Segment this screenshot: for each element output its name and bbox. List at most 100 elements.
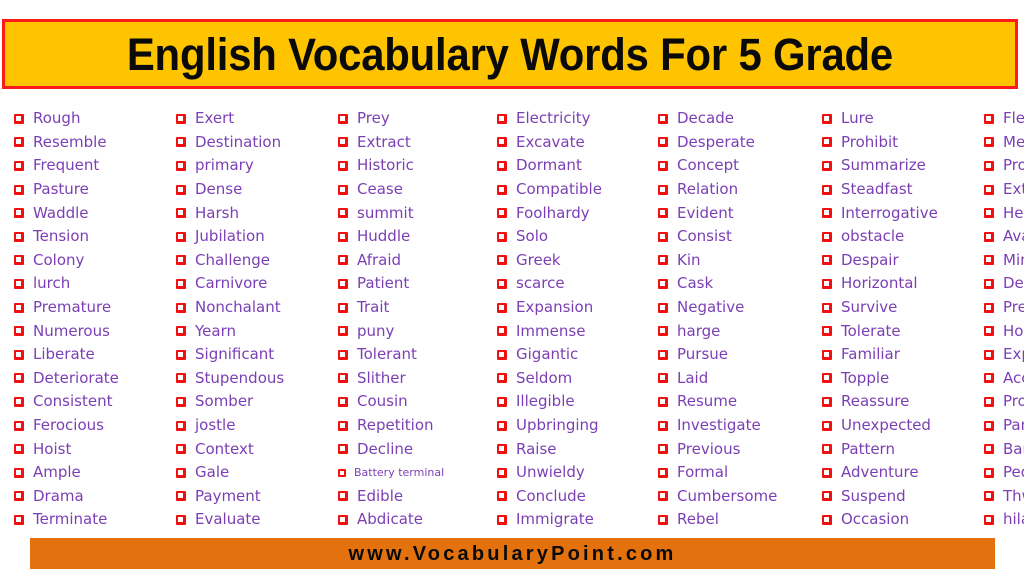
word-list-item[interactable]: Resume [658,390,808,414]
checkbox-icon[interactable] [497,255,507,266]
checkbox-icon[interactable] [658,420,668,431]
checkbox-icon[interactable] [822,420,832,431]
checkbox-icon[interactable] [338,255,348,266]
word-list-item[interactable]: Challenge [176,249,324,273]
word-list-item[interactable]: Immigrate [497,508,644,532]
word-list-item[interactable]: Pasture [14,178,162,202]
checkbox-icon[interactable] [338,208,348,219]
checkbox-icon[interactable] [497,396,507,407]
word-list-item[interactable]: Raise [497,437,644,461]
checkbox-icon[interactable] [658,302,668,313]
checkbox-icon[interactable] [176,444,186,455]
checkbox-icon[interactable] [14,160,24,171]
word-list-item[interactable]: Pamphlet [984,414,1024,438]
checkbox-icon[interactable] [658,278,668,289]
word-list-item[interactable]: Liberate [14,343,162,367]
word-list-item[interactable]: Survive [822,296,970,320]
checkbox-icon[interactable] [14,278,24,289]
word-list-item[interactable]: Tolerant [338,343,483,367]
checkbox-icon[interactable] [984,231,994,242]
checkbox-icon[interactable] [984,208,994,219]
checkbox-icon[interactable] [176,396,186,407]
word-list-item[interactable]: Rough [14,107,162,131]
checkbox-icon[interactable] [338,278,348,289]
word-list-item[interactable]: Waddle [14,201,162,225]
checkbox-icon[interactable] [984,420,994,431]
checkbox-icon[interactable] [14,255,24,266]
checkbox-icon[interactable] [176,278,186,289]
checkbox-icon[interactable] [822,160,832,171]
word-list-item[interactable]: Despair [822,249,970,273]
checkbox-icon[interactable] [658,137,668,148]
word-list-item[interactable]: Destination [176,131,324,155]
checkbox-icon[interactable] [497,137,507,148]
checkbox-icon[interactable] [497,208,507,219]
checkbox-icon[interactable] [338,514,348,525]
word-list-item[interactable]: Pedestrian [984,461,1024,485]
word-list-item[interactable]: Patient [338,272,483,296]
checkbox-icon[interactable] [338,137,348,148]
checkbox-icon[interactable] [338,231,348,242]
word-list-item[interactable]: Decline [338,437,483,461]
word-list-item[interactable]: Jubilation [176,225,324,249]
checkbox-icon[interactable] [984,349,994,360]
checkbox-icon[interactable] [658,208,668,219]
checkbox-icon[interactable] [497,326,507,337]
checkbox-icon[interactable] [658,349,668,360]
word-list-item[interactable]: obstacle [822,225,970,249]
word-list-item[interactable]: Negative [658,296,808,320]
checkbox-icon[interactable] [176,514,186,525]
checkbox-icon[interactable] [658,491,668,502]
word-list-item[interactable]: Seldom [497,367,644,391]
checkbox-icon[interactable] [984,184,994,195]
word-list-item[interactable]: Significant [176,343,324,367]
checkbox-icon[interactable] [658,444,668,455]
checkbox-icon[interactable] [822,278,832,289]
checkbox-icon[interactable] [176,349,186,360]
checkbox-icon[interactable] [497,420,507,431]
word-list-item[interactable]: Gale [176,461,324,485]
word-list-item[interactable]: Harsh [176,201,324,225]
word-list-item[interactable]: Evaluate [176,508,324,532]
checkbox-icon[interactable] [658,514,668,525]
checkbox-icon[interactable] [822,467,832,478]
checkbox-icon[interactable] [497,491,507,502]
word-list-item[interactable]: Cask [658,272,808,296]
checkbox-icon[interactable] [176,302,186,313]
checkbox-icon[interactable] [497,113,507,124]
checkbox-icon[interactable] [176,373,186,384]
word-list-item[interactable]: Electricity [497,107,644,131]
checkbox-icon[interactable] [176,255,186,266]
checkbox-icon[interactable] [658,255,668,266]
checkbox-icon[interactable] [984,255,994,266]
checkbox-icon[interactable] [658,373,668,384]
checkbox-icon[interactable] [176,113,186,124]
checkbox-icon[interactable] [14,137,24,148]
word-list-item[interactable]: Yearn [176,319,324,343]
word-list-item[interactable]: Steadfast [822,178,970,202]
word-list-item[interactable]: Historic [338,154,483,178]
word-list-item[interactable]: Excavate [497,131,644,155]
word-list-item[interactable]: Repetition [338,414,483,438]
checkbox-icon[interactable] [984,444,994,455]
checkbox-icon[interactable] [14,373,24,384]
checkbox-icon[interactable] [984,302,994,313]
word-list-item[interactable]: Tolerate [822,319,970,343]
word-list-item[interactable]: Flee [984,107,1024,131]
word-list-item[interactable]: Premature [14,296,162,320]
word-list-item[interactable]: Immense [497,319,644,343]
word-list-item[interactable]: Access [984,367,1024,391]
word-list-item[interactable]: Extract [338,131,483,155]
word-list-item[interactable]: Carnivore [176,272,324,296]
word-list-item[interactable]: Prohibit [822,131,970,155]
checkbox-icon[interactable] [822,491,832,502]
word-list-item[interactable]: Formal [658,461,808,485]
word-list-item[interactable]: Lure [822,107,970,131]
word-list-item[interactable]: Trait [338,296,483,320]
checkbox-icon[interactable] [14,396,24,407]
word-list-item[interactable]: Battery terminal [338,461,483,485]
word-list-item[interactable]: Pursue [658,343,808,367]
checkbox-icon[interactable] [822,514,832,525]
word-list-item[interactable]: Upbringing [497,414,644,438]
checkbox-icon[interactable] [176,208,186,219]
